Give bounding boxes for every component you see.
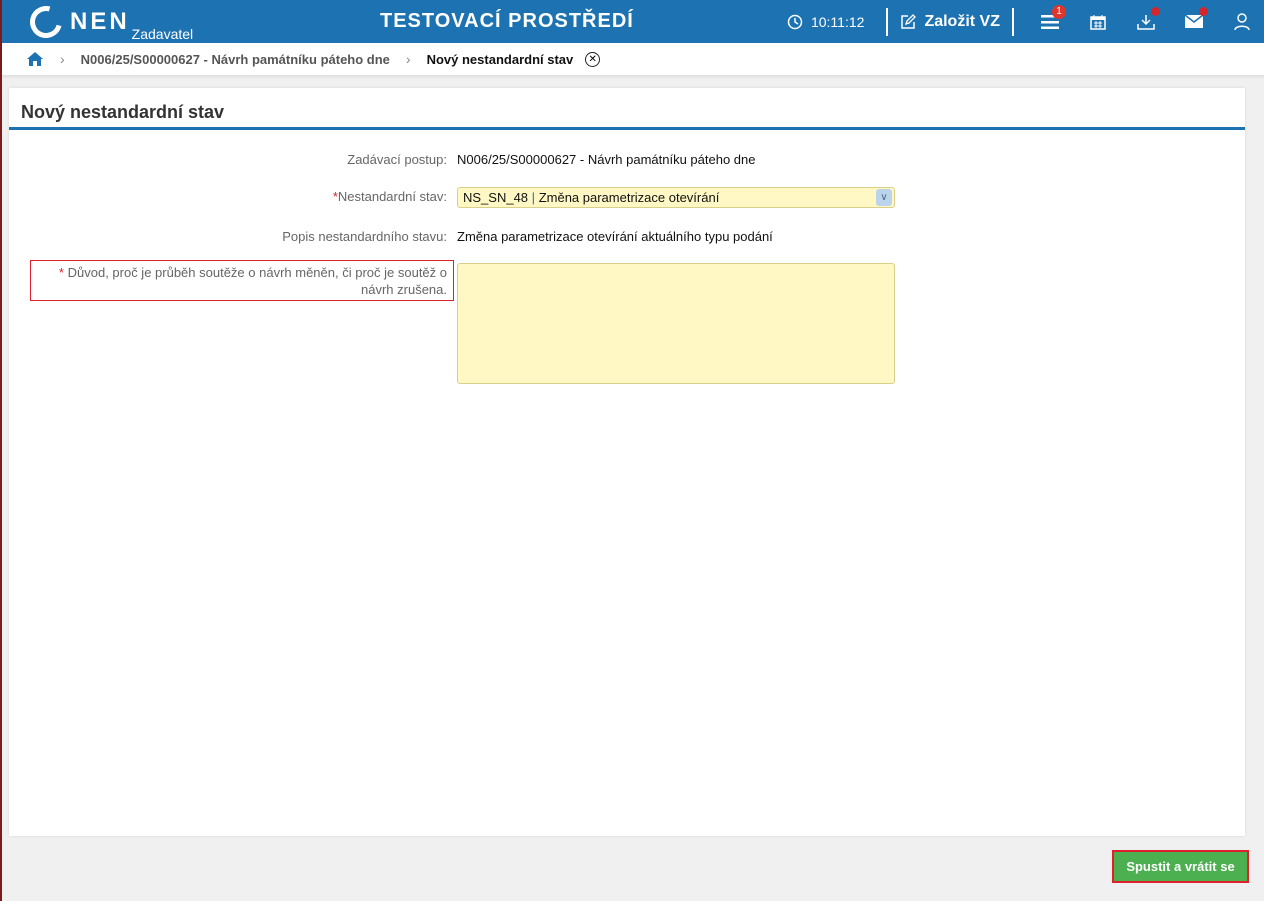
calendar-button[interactable]: [1074, 0, 1122, 43]
create-vz-label: Založit VZ: [924, 12, 1000, 30]
state-label-text: Nestandardní stav:: [337, 189, 447, 204]
clock-icon: [787, 14, 803, 29]
state-label: *Nestandardní stav:: [333, 189, 447, 204]
state-name: Změna parametrizace otevírání: [538, 190, 720, 205]
description-value: Změna parametrizace otevírání aktuálního…: [457, 229, 773, 244]
download-dot: [1151, 7, 1160, 16]
logo[interactable]: NEN Zadavatel: [24, 0, 194, 44]
calendar-icon: [1090, 14, 1106, 30]
breadcrumb-parent[interactable]: N006/25/S00000627 - Návrh památníku páte…: [81, 52, 390, 67]
chevron-right-icon: ›: [60, 51, 65, 67]
page-title: Nový nestandardní stav: [9, 88, 1245, 130]
messages-button[interactable]: [1170, 0, 1218, 43]
submit-return-button[interactable]: Spustit a vrátit se: [1112, 850, 1249, 883]
environment-title: TESTOVACÍ PROSTŘEDÍ: [380, 10, 634, 32]
required-mark: *: [58, 265, 64, 280]
reason-textarea[interactable]: [457, 263, 895, 384]
chevron-right-icon: ›: [405, 51, 411, 67]
user-button[interactable]: [1218, 0, 1264, 43]
downloads-button[interactable]: [1122, 0, 1170, 43]
notification-badge: 1: [1052, 5, 1066, 19]
logo-text: NEN: [70, 8, 130, 35]
session-clock: 10:11:12: [787, 14, 864, 30]
state-separator: |: [531, 190, 536, 205]
mail-icon: [1185, 15, 1203, 28]
procedure-value: N006/25/S00000627 - Návrh památníku páte…: [457, 152, 756, 167]
reason-label-text: Důvod, proč je průběh soutěže o návrh mě…: [67, 265, 447, 297]
procedure-label: Zadávací postup:: [347, 152, 447, 167]
divider: [1012, 7, 1014, 36]
divider: [886, 7, 889, 36]
menu-button[interactable]: 1: [1026, 0, 1074, 43]
state-select[interactable]: NS_SN_48 | Změna parametrizace otevírání…: [457, 187, 895, 208]
download-icon: [1137, 14, 1155, 30]
reason-label: * Důvod, proč je průběh soutěže o návrh …: [30, 260, 454, 301]
chevron-down-icon[interactable]: ∨: [876, 189, 892, 206]
description-label: Popis nestandardního stavu:: [282, 229, 447, 244]
top-bar: NEN Zadavatel TESTOVACÍ PROSTŘEDÍ 10:11:…: [2, 0, 1264, 44]
home-icon[interactable]: [26, 51, 44, 67]
close-tab-icon[interactable]: ✕: [585, 51, 601, 67]
mail-dot: [1199, 7, 1208, 16]
logo-subtitle: Zadavatel: [131, 26, 194, 42]
time: 10:11:12: [810, 13, 865, 30]
create-vz-button[interactable]: Založit VZ: [900, 13, 1000, 31]
breadcrumb-current: Nový nestandardní stav: [426, 51, 574, 67]
edit-icon: [901, 13, 917, 29]
user-icon: [1234, 12, 1250, 30]
form-panel: Nový nestandardní stav Zadávací postup: …: [9, 88, 1245, 836]
state-code: NS_SN_48: [463, 190, 529, 205]
logo-icon: [24, 0, 68, 44]
breadcrumb: › N006/25/S00000627 - Návrh památníku pá…: [2, 43, 1264, 75]
